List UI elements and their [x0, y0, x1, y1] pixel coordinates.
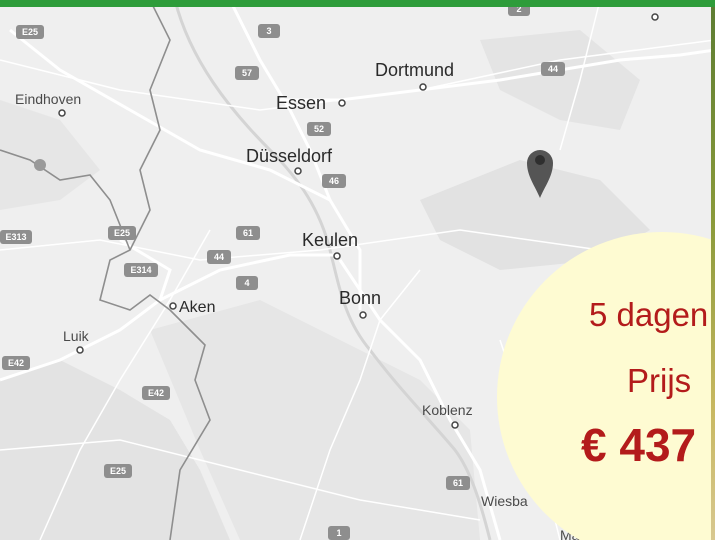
city-label-keulen: Keulen	[302, 230, 358, 250]
road-shield-label: 3	[266, 26, 271, 36]
road-shield-label: E25	[110, 466, 126, 476]
city-label-eindhoven: Eindhoven	[15, 91, 81, 107]
road-shield-label: E25	[114, 228, 130, 238]
road-shield-label: 46	[329, 176, 339, 186]
badge-duration: 5 dagen	[589, 296, 709, 333]
badge-price-label: Prijs	[627, 362, 692, 399]
city-label-essen: Essen	[276, 93, 326, 113]
city-label-koblenz: Koblenz	[422, 402, 473, 418]
road-shield-label: 44	[214, 252, 224, 262]
city-label-luik: Luik	[63, 328, 90, 344]
city-label-dusseldorf: Düsseldorf	[246, 146, 333, 166]
top-accent-bar	[0, 0, 715, 7]
road-shield-label: 1	[336, 528, 341, 538]
city-label-aken: Aken	[179, 299, 215, 316]
road-shield-label: 61	[453, 478, 463, 488]
road-shield-label: 44	[548, 64, 558, 74]
road-shield-label: E313	[5, 232, 26, 242]
road-shield-label: E42	[148, 388, 164, 398]
road-shield-label: E314	[130, 265, 151, 275]
city-dot	[34, 159, 46, 171]
city-label-wiesbaden: Wiesba	[481, 493, 528, 509]
road-shield-label: 61	[243, 228, 253, 238]
city-label-dortmund: Dortmund	[375, 60, 454, 80]
city-label-bonn: Bonn	[339, 288, 381, 308]
badge-price: € 437	[581, 419, 697, 471]
side-photo-strip	[711, 7, 715, 540]
road-shield-label: 52	[314, 124, 324, 134]
road-shield-label: E42	[8, 358, 24, 368]
road-shield-label: 57	[242, 68, 252, 78]
road-shield-label: 4	[244, 278, 249, 288]
road-shield-label: E25	[22, 27, 38, 37]
map-view[interactable]: Dortmund Essen Düsseldorf Eindhoven Keul…	[0, 0, 715, 540]
